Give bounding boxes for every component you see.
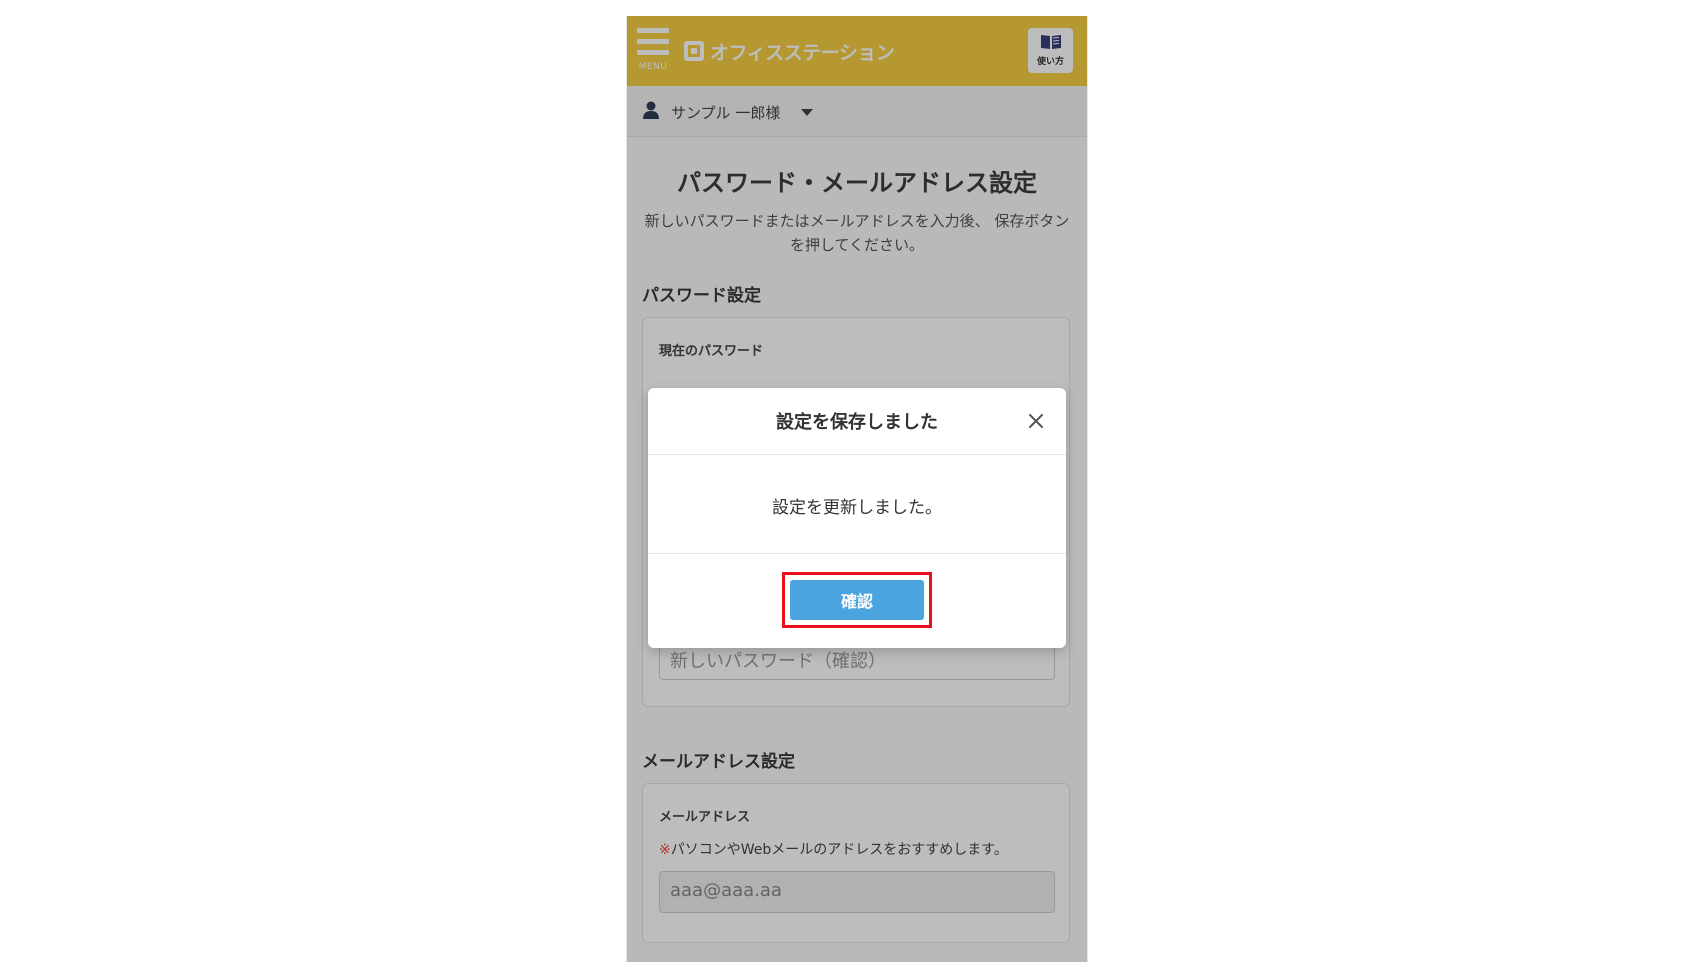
dialog-message: 設定を更新しました。: [772, 498, 942, 518]
save-complete-dialog: 設定を保存しました 設定を更新しました。 確認: [648, 388, 1066, 648]
app-frame: MENU オフィスステーション 使い方 サンプル 一郎様 パスワード・メールアド…: [626, 16, 1088, 962]
dialog-title: 設定を保存しました: [776, 412, 938, 433]
dialog-body: 設定を更新しました。: [648, 455, 1066, 554]
close-icon[interactable]: [1024, 409, 1048, 433]
dialog-header: 設定を保存しました: [648, 388, 1066, 455]
confirm-button[interactable]: 確認: [790, 580, 924, 620]
confirm-highlight: 確認: [782, 572, 932, 628]
